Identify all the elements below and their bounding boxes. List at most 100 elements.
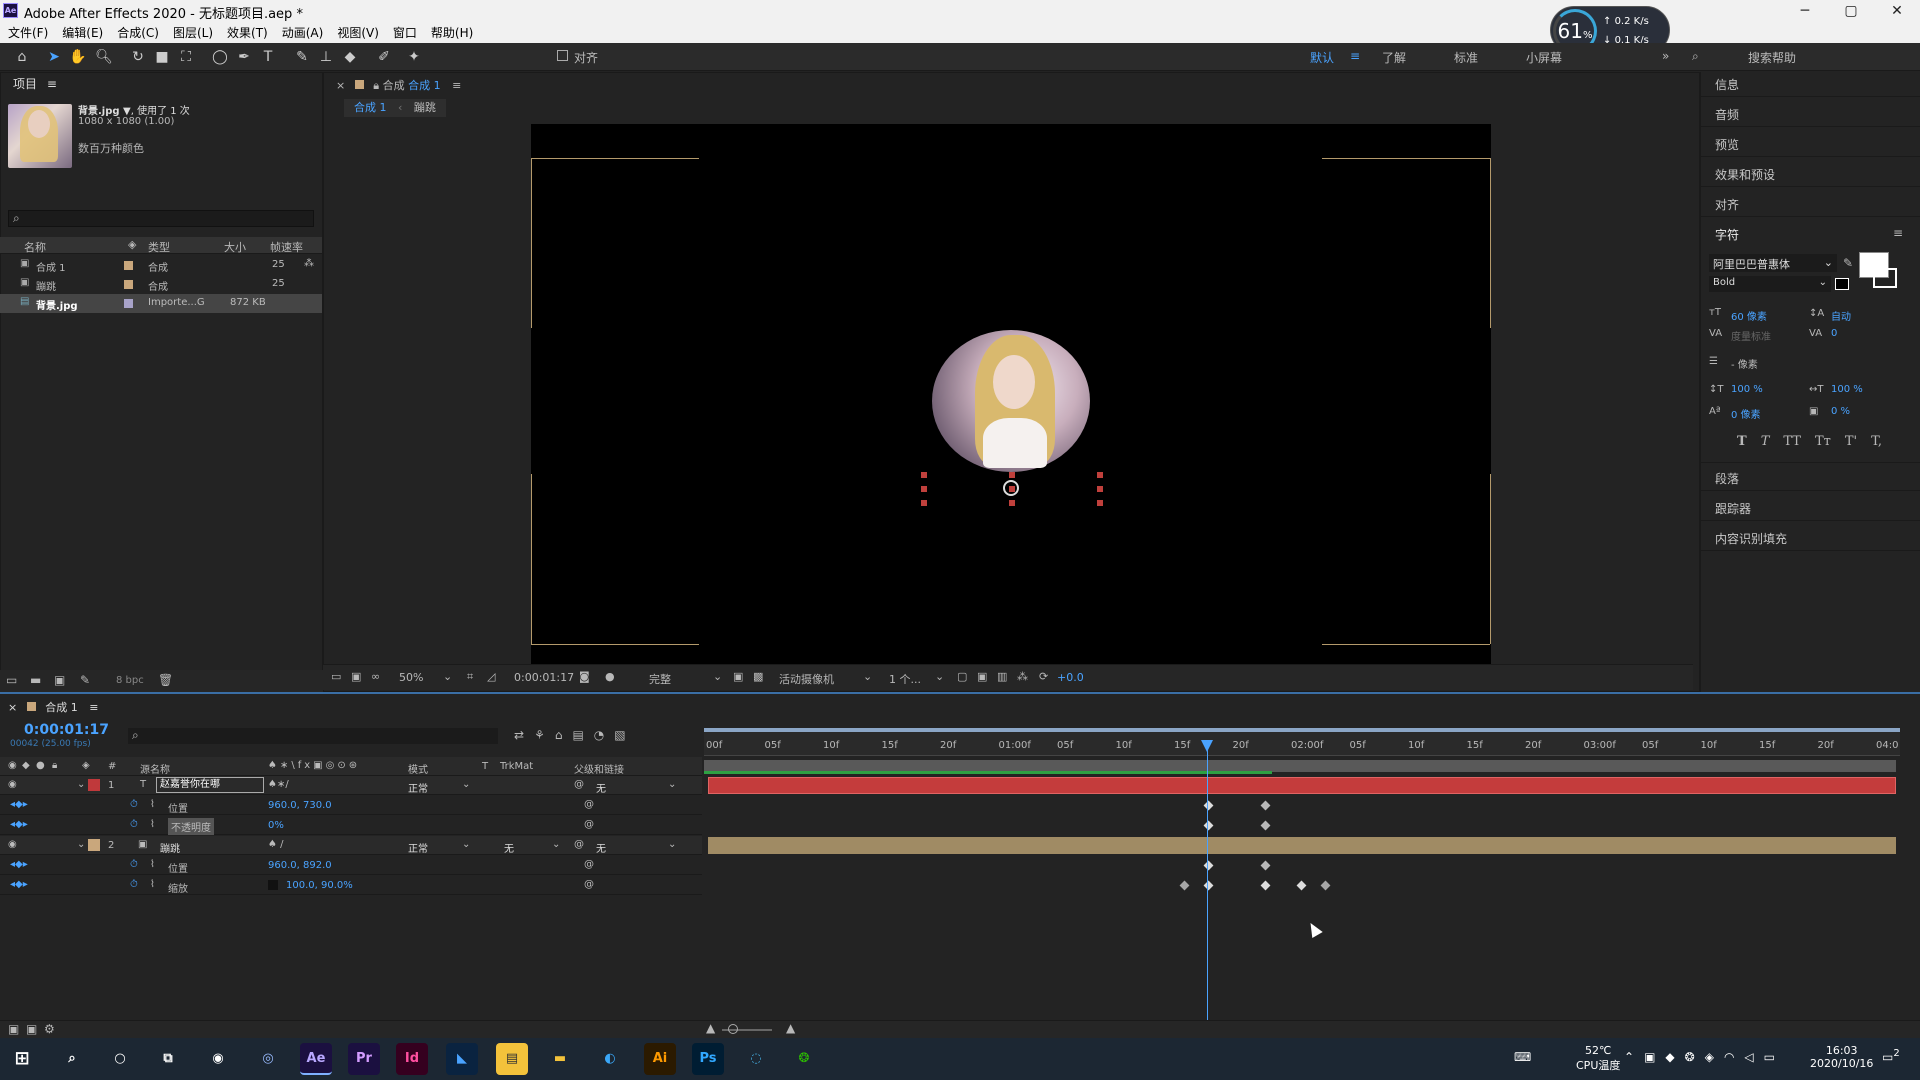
roto-brush-tool-icon[interactable]: ✐ — [374, 47, 394, 67]
panel-menu-icon[interactable]: ≡ — [1893, 226, 1903, 240]
transparency-grid-icon[interactable]: ▩ — [753, 670, 763, 683]
eyedropper-icon[interactable]: ✎ — [1843, 256, 1853, 270]
tray-expand-icon[interactable]: ⌃ — [1624, 1050, 1634, 1064]
media-encoder-icon[interactable]: ◣ — [446, 1043, 478, 1075]
project-panel-title[interactable]: 项目 ≡ — [1, 73, 322, 95]
label-icon[interactable]: ◈ — [82, 760, 90, 771]
property-value[interactable]: 100.0, 90.0% — [286, 880, 353, 891]
view-layout-select[interactable]: 1 个... — [889, 671, 921, 687]
clock[interactable]: 16:03 2020/10/16 — [1810, 1044, 1873, 1070]
wechat-tray-icon[interactable]: ❂ — [1685, 1050, 1695, 1064]
leading-value[interactable]: 自动 — [1831, 308, 1851, 323]
pickwhip-icon[interactable]: @ — [584, 859, 594, 870]
tray-app-icon[interactable]: ◆ — [1665, 1050, 1674, 1064]
input-method-icon[interactable]: ▭ — [1764, 1050, 1775, 1064]
panel-paragraph[interactable]: 段落 — [1715, 470, 1739, 487]
pickwhip-icon[interactable]: @ — [584, 799, 594, 810]
bit-depth[interactable]: 8 bpc — [116, 675, 144, 686]
menu-animation[interactable]: 动画(A) — [282, 24, 324, 41]
keyframe-nav-icon[interactable]: ◂◆▸ — [10, 879, 28, 890]
file-explorer-icon[interactable]: ▬ — [544, 1043, 576, 1075]
roi-icon[interactable]: ▣ — [733, 670, 743, 683]
chevron-down-icon[interactable]: ⌄ — [713, 670, 722, 683]
notes-app-icon[interactable]: ▤ — [496, 1043, 528, 1075]
col-parent-link[interactable]: 父级和链接 — [574, 761, 624, 776]
layer-row-1[interactable]: ◉ ⌄ 1 T 赵嘉誉你在哪 ♠∗/ 正常 ⌄ @ 无 ⌄ — [0, 776, 702, 795]
panel-audio[interactable]: 音频 — [1715, 106, 1739, 123]
small-caps-button[interactable]: Tт — [1815, 434, 1831, 449]
graph-icon[interactable]: ⌇ — [150, 819, 155, 830]
kerning-value[interactable]: 度量标准 — [1731, 328, 1771, 343]
property-value[interactable]: 0% — [268, 820, 284, 831]
camera-select[interactable]: 活动摄像机 — [779, 671, 834, 687]
wifi-icon[interactable]: ◠ — [1724, 1050, 1734, 1064]
monitor-icon[interactable]: ▣ — [351, 670, 361, 683]
puppet-tool-icon[interactable]: ✦ — [404, 47, 424, 67]
panel-effects-presets[interactable]: 效果和预设 — [1715, 166, 1775, 183]
layer-name[interactable]: 赵嘉誉你在哪 — [156, 777, 264, 793]
label-color-swatch[interactable] — [124, 280, 133, 289]
workspace-standard[interactable]: 标准 — [1454, 49, 1478, 66]
layer-row-2[interactable]: ◉ ⌄ 2 ▣ 蹦跳 ♠ / 正常 ⌄ 无 ⌄ @ 无 ⌄ — [0, 836, 702, 855]
lock-icon[interactable]: 🔒︎ — [373, 79, 379, 92]
timeline-icon[interactable]: ▥ — [997, 670, 1007, 683]
close-tab-icon[interactable]: × — [8, 701, 17, 714]
tray-app-icon[interactable]: ▣ — [1644, 1050, 1655, 1064]
chevron-down-icon[interactable]: ⌄ — [935, 670, 944, 683]
chevron-down-icon[interactable]: ⌄ — [668, 779, 676, 790]
col-fps[interactable]: 帧速率 — [270, 239, 303, 255]
layer-1-duration-bar[interactable] — [708, 777, 1896, 794]
comp-mini-flowchart-icon[interactable]: ⇄ — [514, 728, 524, 742]
stroke-color-swatch[interactable] — [1873, 268, 1897, 288]
close-tab-icon[interactable]: × — [336, 79, 345, 92]
font-family-select[interactable]: 阿里巴巴普惠体 ⌄ — [1709, 254, 1837, 272]
security-icon[interactable]: ◈ — [1705, 1050, 1714, 1064]
parent-select[interactable]: 无 — [596, 780, 606, 795]
zoom-slider-thumb[interactable] — [728, 1024, 738, 1034]
workspace-small-screen[interactable]: 小屏幕 — [1526, 49, 1562, 66]
wechat-icon[interactable]: ❂ — [788, 1043, 820, 1075]
type-tool-icon[interactable]: T — [258, 47, 278, 67]
more-workspaces-icon[interactable]: » — [1662, 49, 1669, 63]
maximize-button[interactable]: ▢ — [1828, 0, 1874, 22]
time-ruler[interactable]: 00f 05f 10f 15f 20f 01:00f 05f 10f 15f 20f 02:00f 0… — [704, 728, 1900, 756]
premiere-taskbar-icon[interactable]: Pr — [348, 1043, 380, 1075]
layer-handle[interactable] — [921, 472, 927, 506]
keyframe-nav-icon[interactable]: ◂◆▸ — [10, 859, 28, 870]
audio-icon[interactable]: ◆ — [22, 760, 30, 771]
chevron-down-icon[interactable]: ⌄ — [668, 839, 676, 850]
project-row-bounce[interactable]: ▣ 蹦跳 合成 25 — [0, 275, 322, 294]
panel-tracker[interactable]: 跟踪器 — [1715, 500, 1751, 517]
layer-mode-select[interactable]: 正常 — [408, 780, 428, 795]
timeline-current-time[interactable]: 0:00:01:17 — [24, 722, 109, 738]
superscript-button[interactable]: T' — [1845, 434, 1857, 449]
browser-icon[interactable]: ◎ — [252, 1043, 284, 1075]
settings-icon[interactable]: ⚙ — [44, 1022, 55, 1036]
tracking-value[interactable]: 0 — [1831, 328, 1837, 339]
project-row-comp1[interactable]: ▣ 合成 1 合成 25 ⁂ — [0, 256, 322, 275]
menu-effect[interactable]: 效果(T) — [227, 24, 268, 41]
label-color-swatch[interactable] — [88, 779, 100, 791]
ellipse-tool-icon[interactable]: ◯ — [210, 47, 230, 67]
search-icon[interactable]: ⌕ — [56, 1043, 88, 1075]
align-checkbox[interactable] — [557, 50, 568, 61]
always-preview-icon[interactable]: ▭ — [331, 670, 341, 683]
panel-character-title[interactable]: 字符 — [1715, 226, 1739, 243]
layer-name[interactable]: 蹦跳 — [160, 840, 180, 855]
eraser-tool-icon[interactable]: ◆ — [340, 47, 360, 67]
breadcrumb-comp1[interactable]: 合成 1 — [354, 101, 387, 114]
menu-window[interactable]: 窗口 — [393, 24, 417, 41]
col-size[interactable]: 大小 — [224, 239, 246, 255]
layer-mode-select[interactable]: 正常 — [408, 840, 428, 855]
current-time-display[interactable]: 0:00:01:17 — [514, 671, 574, 684]
stopwatch-icon[interactable]: ⏱ — [130, 819, 138, 830]
keyframe-nav-icon[interactable]: ◂◆▸ — [10, 799, 28, 810]
photoshop-taskbar-icon[interactable]: Ps — [692, 1043, 724, 1075]
hand-tool-icon[interactable]: ✋ — [68, 47, 88, 67]
graph-editor-icon[interactable]: ▧ — [614, 728, 625, 742]
keyboard-layout-icon[interactable]: ⌨ — [1514, 1050, 1531, 1064]
playhead-handle[interactable] — [1201, 740, 1213, 752]
snapshot-camera-icon[interactable]: ◙ — [579, 670, 590, 683]
new-folder-icon[interactable]: ▬ — [30, 673, 41, 687]
font-size-value[interactable]: 60 像素 — [1731, 308, 1767, 323]
